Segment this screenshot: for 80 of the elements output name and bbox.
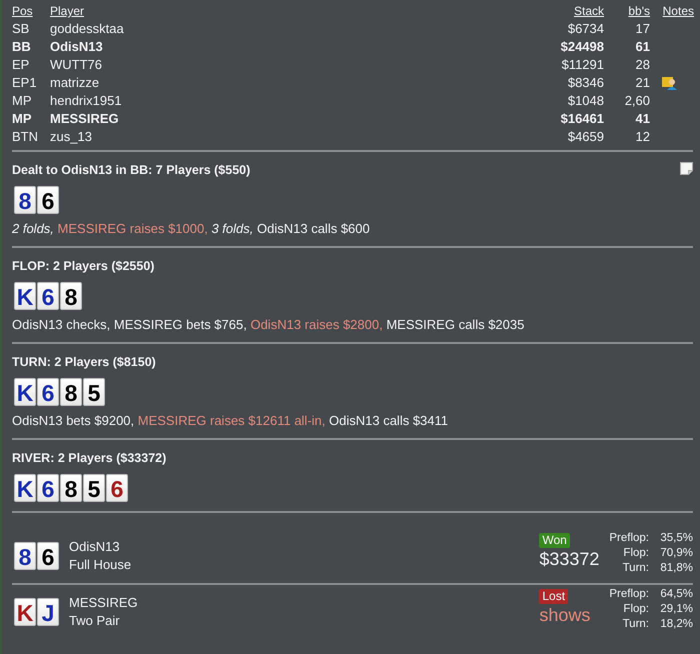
player-name: WUTT76 [50, 56, 103, 74]
result-amount: $33372 [539, 548, 600, 570]
position-label: EP1 [12, 74, 38, 92]
stack-amount: $16461 [560, 110, 604, 128]
player-name: OdisN13 [69, 538, 121, 556]
equity-label: Turn: [622, 617, 649, 632]
equity-value: 70,9% [659, 546, 693, 561]
equity-label: Preflop: [609, 587, 649, 602]
big-blinds-count: 2,60 [624, 92, 650, 110]
playing-card: K [14, 282, 36, 310]
player-name: matrizze [50, 74, 100, 92]
position-label: MP [12, 110, 32, 128]
equity-value: 64,5% [659, 587, 693, 602]
player-name: OdisN13 [50, 38, 104, 56]
playing-card: K [14, 474, 36, 502]
player-name: hendrix1951 [50, 92, 123, 110]
playing-card: J [37, 598, 59, 626]
action-summary: OdisN13 checks, MESSIREG bets $765, OdisN13 raises $2800, MESSIREG calls $2035 [12, 316, 526, 333]
column-header[interactable]: Pos [12, 2, 50, 20]
equity-value: 29,1% [659, 602, 693, 617]
playing-card: 6 [37, 474, 59, 502]
column-header[interactable]: Stack [514, 2, 604, 20]
equity-label: Preflop: [609, 531, 649, 546]
big-blinds-count: 21 [634, 74, 650, 92]
player-name: zus_13 [50, 128, 93, 146]
playing-card: 6 [106, 474, 128, 502]
player-note-icon[interactable] [662, 76, 678, 90]
column-header[interactable]: bb's [604, 2, 650, 20]
big-blinds-count: 17 [634, 20, 650, 38]
big-blinds-count: 61 [634, 38, 650, 56]
playing-card: 6 [37, 542, 59, 570]
column-header[interactable]: Notes [650, 2, 694, 20]
action-summary: OdisN13 bets $9200, MESSIREG raises $12611 all-in, OdisN13 calls $3411 [12, 412, 450, 429]
playing-card: 5 [83, 378, 105, 406]
stack-amount: $24498 [560, 38, 604, 56]
position-label: EP [12, 56, 30, 74]
hand-rank: Full House [69, 556, 132, 574]
stack-amount: $11291 [560, 56, 604, 74]
hand-rank: Two Pair [69, 612, 121, 630]
playing-card: 6 [37, 378, 59, 406]
playing-card: K [14, 378, 36, 406]
equity-label: Flop: [622, 602, 649, 617]
playing-card: 8 [60, 282, 82, 310]
big-blinds-count: 28 [634, 56, 650, 74]
equity-label: Flop: [622, 546, 649, 561]
playing-card: 8 [60, 474, 82, 502]
position-label: SB [12, 20, 30, 38]
street-title: RIVER: 2 Players ($33372) [12, 450, 166, 464]
position-label: BB [12, 38, 32, 56]
equity-value: 18,2% [659, 617, 693, 632]
outcome-badge: Won [539, 533, 570, 548]
playing-card: 8 [14, 542, 36, 570]
position-label: MP [12, 92, 32, 110]
player-name: goddessktaa [50, 20, 125, 38]
result-amount: shows [539, 604, 590, 626]
street-title: FLOP: 2 Players ($2550) [12, 258, 154, 272]
equity-label: Turn: [622, 561, 649, 576]
big-blinds-count: 12 [634, 128, 650, 146]
playing-card: 5 [83, 474, 105, 502]
outcome-badge: Lost [539, 589, 568, 604]
stack-amount: $4659 [566, 128, 604, 146]
player-name: MESSIREG [69, 594, 139, 612]
street-title: Dealt to OdisN13 in BB: 7 Players ($550) [12, 162, 250, 176]
equity-value: 35,5% [659, 531, 693, 546]
stack-amount: $6734 [566, 20, 604, 38]
playing-card: 6 [37, 186, 59, 214]
equity-value: 81,8% [659, 561, 693, 576]
position-label: BTN [12, 128, 39, 146]
playing-card: 8 [14, 186, 36, 214]
playing-card: K [14, 598, 36, 626]
stack-amount: $1048 [566, 92, 604, 110]
action-summary: 2 folds, MESSIREG raises $1000, 3 folds, OdisN13 calls $600 [12, 220, 371, 237]
playing-card: 6 [37, 282, 59, 310]
street-title: TURN: 2 Players ($8150) [12, 354, 156, 368]
big-blinds-count: 41 [634, 110, 650, 128]
stack-amount: $8346 [566, 74, 604, 92]
player-name: MESSIREG [50, 110, 120, 128]
playing-card: 8 [60, 378, 82, 406]
note-icon[interactable] [680, 162, 693, 174]
column-header[interactable]: Player [50, 2, 514, 20]
